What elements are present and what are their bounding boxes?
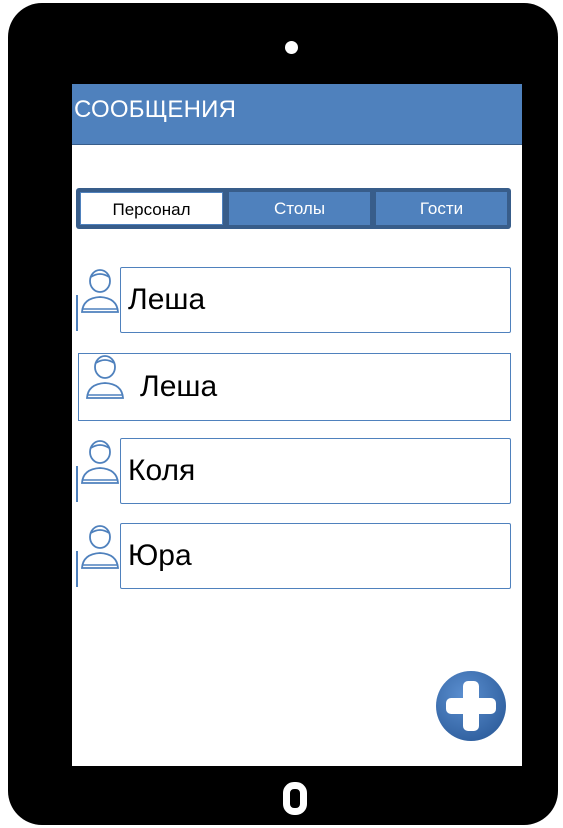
contact-item[interactable]: Леша [76, 265, 511, 333]
user-icon [81, 269, 119, 313]
contact-name: Леша [128, 283, 206, 316]
tab-staff[interactable]: Персонал [80, 192, 223, 225]
contact-item[interactable]: Коля [76, 436, 511, 504]
tablet-frame: СООБЩЕНИЯ Персонал Столы Гости Леша Леша… [8, 3, 558, 825]
add-button[interactable] [434, 669, 508, 743]
contact-name: Коля [128, 454, 196, 487]
contact-name: Леша [140, 370, 218, 403]
app-screen: СООБЩЕНИЯ Персонал Столы Гости Леша Леша… [72, 84, 522, 766]
contact-item[interactable]: Юра [76, 521, 511, 589]
tab-guests[interactable]: Гости [376, 192, 507, 225]
page-title: СООБЩЕНИЯ [74, 96, 237, 123]
user-icon [81, 525, 119, 569]
user-icon [81, 440, 119, 484]
camera-dot [285, 41, 298, 54]
tab-tables[interactable]: Столы [229, 192, 370, 225]
contact-item[interactable]: Леша [76, 351, 511, 421]
contact-name: Юра [128, 539, 192, 572]
user-icon [86, 355, 124, 399]
home-button[interactable] [283, 782, 307, 815]
tab-bar: Персонал Столы Гости [76, 188, 511, 229]
app-header: СООБЩЕНИЯ [72, 84, 522, 145]
